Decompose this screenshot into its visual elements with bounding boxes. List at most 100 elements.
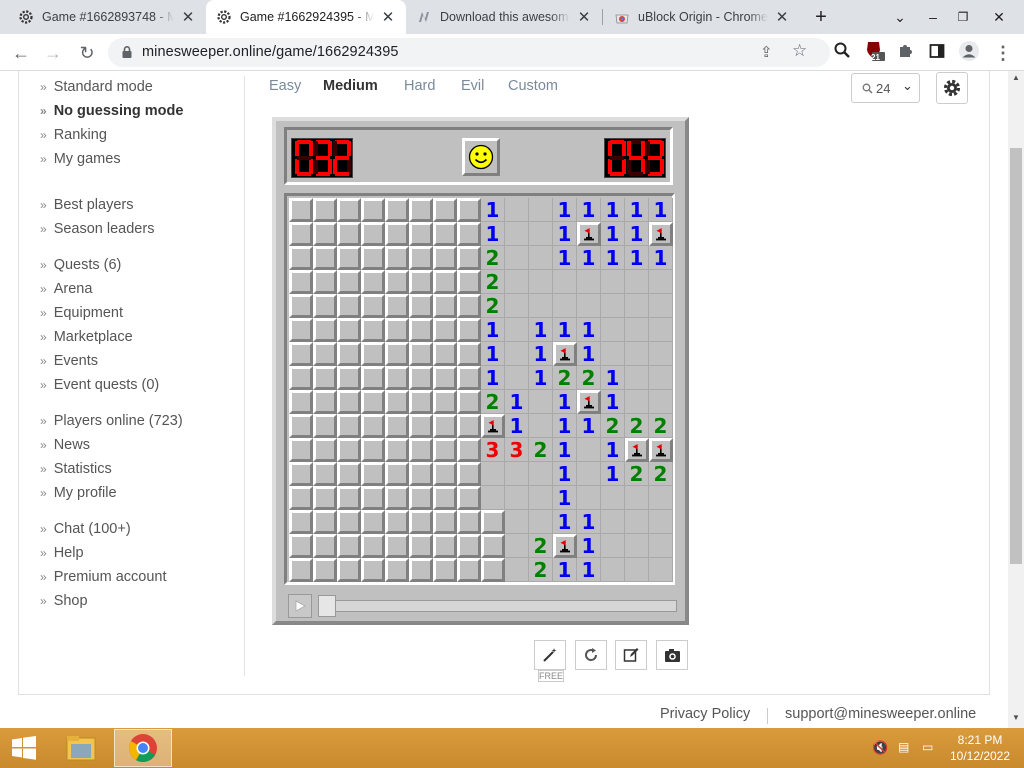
sidebar-item[interactable]: » Chat (100+) (40, 518, 131, 540)
number-cell[interactable]: 3 (481, 438, 505, 462)
empty-cell[interactable] (577, 294, 601, 318)
closed-cell[interactable] (337, 510, 361, 534)
closed-cell[interactable] (457, 318, 481, 342)
number-cell[interactable]: 1 (553, 246, 577, 270)
closed-cell[interactable] (481, 558, 505, 582)
number-cell[interactable]: 1 (505, 414, 529, 438)
empty-cell[interactable] (505, 486, 529, 510)
address-bar[interactable]: minesweeper.online/game/1662924395 ⇪ ☆ (108, 38, 830, 67)
closed-cell[interactable] (385, 198, 409, 222)
closed-cell[interactable] (313, 486, 337, 510)
empty-cell[interactable] (577, 462, 601, 486)
level-tab[interactable]: Custom (508, 78, 558, 94)
closed-cell[interactable] (337, 318, 361, 342)
empty-cell[interactable] (649, 510, 673, 534)
back-arrow-icon[interactable]: ← (8, 40, 34, 66)
closed-cell[interactable] (289, 558, 313, 582)
number-cell[interactable]: 1 (577, 198, 601, 222)
empty-cell[interactable] (481, 462, 505, 486)
number-cell[interactable]: 2 (481, 246, 505, 270)
empty-cell[interactable] (649, 534, 673, 558)
hint-button[interactable] (534, 640, 566, 670)
closed-cell[interactable] (337, 462, 361, 486)
number-cell[interactable]: 2 (625, 414, 649, 438)
closed-cell[interactable] (409, 534, 433, 558)
closed-cell[interactable] (337, 438, 361, 462)
closed-cell[interactable] (361, 534, 385, 558)
empty-cell[interactable] (529, 198, 553, 222)
sidebar-item[interactable]: » News (40, 434, 90, 456)
empty-cell[interactable] (601, 510, 625, 534)
closed-cell[interactable] (457, 438, 481, 462)
closed-cell[interactable] (385, 558, 409, 582)
tab-ublock[interactable]: uBlock Origin - Chrome Web Store ✕ (604, 0, 800, 34)
closed-cell[interactable] (433, 198, 457, 222)
empty-cell[interactable] (505, 534, 529, 558)
closed-cell[interactable] (433, 462, 457, 486)
closed-cell[interactable] (457, 246, 481, 270)
closed-cell[interactable] (457, 414, 481, 438)
closed-cell[interactable] (289, 342, 313, 366)
closed-cell[interactable] (337, 222, 361, 246)
closed-cell[interactable] (409, 270, 433, 294)
sidebar-item[interactable]: » Standard mode (40, 76, 153, 98)
scrollbar-thumb[interactable] (1010, 148, 1022, 564)
closed-cell[interactable] (433, 390, 457, 414)
tab-theme[interactable]: Download this awesome free theme ✕ (406, 0, 602, 34)
closed-cell[interactable] (361, 318, 385, 342)
reload-icon[interactable]: ↻ (74, 40, 100, 66)
empty-cell[interactable] (649, 366, 673, 390)
empty-cell[interactable] (505, 462, 529, 486)
flagged-cell[interactable] (553, 342, 577, 366)
closed-cell[interactable] (457, 270, 481, 294)
level-tab[interactable]: Medium (323, 78, 378, 94)
closed-cell[interactable] (361, 558, 385, 582)
flagged-cell[interactable] (649, 222, 673, 246)
closed-cell[interactable] (481, 534, 505, 558)
flagged-cell[interactable] (577, 390, 601, 414)
closed-cell[interactable] (361, 246, 385, 270)
number-cell[interactable]: 1 (577, 510, 601, 534)
closed-cell[interactable] (409, 390, 433, 414)
forward-arrow-icon[interactable]: → (40, 40, 66, 66)
number-cell[interactable]: 1 (481, 342, 505, 366)
closed-cell[interactable] (433, 270, 457, 294)
closed-cell[interactable] (457, 222, 481, 246)
sidebar-item[interactable]: » My games (40, 148, 121, 170)
closed-cell[interactable] (289, 390, 313, 414)
closed-cell[interactable] (409, 318, 433, 342)
number-cell[interactable]: 3 (505, 438, 529, 462)
number-cell[interactable]: 1 (577, 246, 601, 270)
closed-cell[interactable] (457, 534, 481, 558)
closed-cell[interactable] (457, 390, 481, 414)
closed-cell[interactable] (289, 270, 313, 294)
closed-cell[interactable] (433, 222, 457, 246)
closed-cell[interactable] (409, 222, 433, 246)
flagged-cell[interactable] (481, 414, 505, 438)
closed-cell[interactable] (481, 510, 505, 534)
number-cell[interactable]: 2 (649, 414, 673, 438)
closed-cell[interactable] (337, 558, 361, 582)
empty-cell[interactable] (577, 438, 601, 462)
number-cell[interactable]: 1 (553, 414, 577, 438)
closed-cell[interactable] (337, 246, 361, 270)
number-cell[interactable]: 1 (577, 558, 601, 582)
closed-cell[interactable] (337, 486, 361, 510)
closed-cell[interactable] (337, 342, 361, 366)
number-cell[interactable]: 1 (553, 438, 577, 462)
level-tab[interactable]: Easy (269, 78, 301, 94)
closed-cell[interactable] (457, 294, 481, 318)
action-center-icon[interactable]: ▭ (922, 740, 933, 754)
new-tab-button[interactable]: + (806, 0, 836, 34)
number-cell[interactable]: 1 (625, 246, 649, 270)
closed-cell[interactable] (385, 438, 409, 462)
empty-cell[interactable] (529, 246, 553, 270)
closed-cell[interactable] (385, 246, 409, 270)
empty-cell[interactable] (625, 390, 649, 414)
closed-cell[interactable] (409, 366, 433, 390)
chrome-taskbar-button[interactable] (114, 729, 172, 767)
speaker-muted-icon[interactable]: 🔇 (872, 740, 888, 756)
number-cell[interactable]: 1 (481, 318, 505, 342)
empty-cell[interactable] (553, 270, 577, 294)
closed-cell[interactable] (289, 462, 313, 486)
